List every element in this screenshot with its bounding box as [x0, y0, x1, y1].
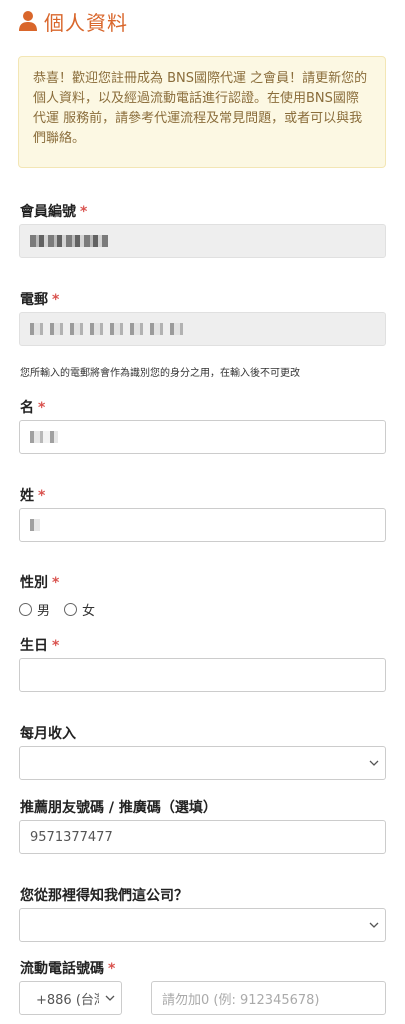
birthday-input[interactable]: [19, 658, 386, 692]
email-help-text: 您所輸入的電郵將會作為識別您的身分之用，在輸入後不可更改: [20, 368, 300, 379]
birthday-label: 生日 *: [20, 638, 60, 654]
member-no-field: [19, 224, 386, 258]
country-code-select[interactable]: +886 (台灣): [19, 981, 122, 1015]
page-title-text: 個人資料: [44, 10, 128, 35]
source-select[interactable]: [19, 908, 386, 942]
source-label: 您從那裡得知我們這公司？: [20, 888, 188, 904]
redacted-value: [30, 323, 190, 335]
gender-option-male[interactable]: 男: [19, 600, 50, 619]
redacted-value: [30, 519, 40, 531]
member-no-label: 會員編號 *: [20, 204, 88, 220]
page-title: 個人資料: [18, 8, 128, 35]
gender-radio-group: 男 女: [19, 600, 109, 619]
mobile-number-input[interactable]: 請勿加0 (例: 912345678): [151, 981, 386, 1015]
email-field: [19, 312, 386, 346]
chevron-down-icon: [369, 757, 379, 767]
required-mark: *: [80, 204, 88, 220]
gender-label: 性別 *: [20, 575, 60, 591]
welcome-notice: 恭喜！歡迎您註冊成為 BNS國際代運 之會員！請更新您的個人資料，以及經過流動電…: [18, 56, 386, 168]
chevron-down-icon: [105, 992, 115, 1002]
redacted-value: [30, 235, 108, 247]
gender-option-female[interactable]: 女: [64, 600, 95, 619]
redacted-value: [30, 431, 58, 443]
first-name-input[interactable]: [19, 420, 386, 454]
user-icon: [18, 10, 38, 32]
mobile-label: 流動電話號碼 *: [20, 961, 116, 977]
chevron-down-icon: [369, 919, 379, 929]
radio-circle-icon[interactable]: [64, 603, 78, 616]
last-name-label: 姓 *: [20, 488, 46, 504]
referral-label: 推薦朋友號碼 / 推廣碼（選填）: [20, 800, 217, 816]
email-label: 電郵 *: [20, 292, 60, 308]
income-select[interactable]: [19, 746, 386, 780]
referral-input[interactable]: 9571377477: [19, 820, 386, 854]
radio-circle-icon[interactable]: [19, 603, 32, 616]
income-label: 每月收入: [20, 726, 76, 742]
first-name-label: 名 *: [20, 400, 46, 416]
last-name-input[interactable]: [19, 508, 386, 542]
